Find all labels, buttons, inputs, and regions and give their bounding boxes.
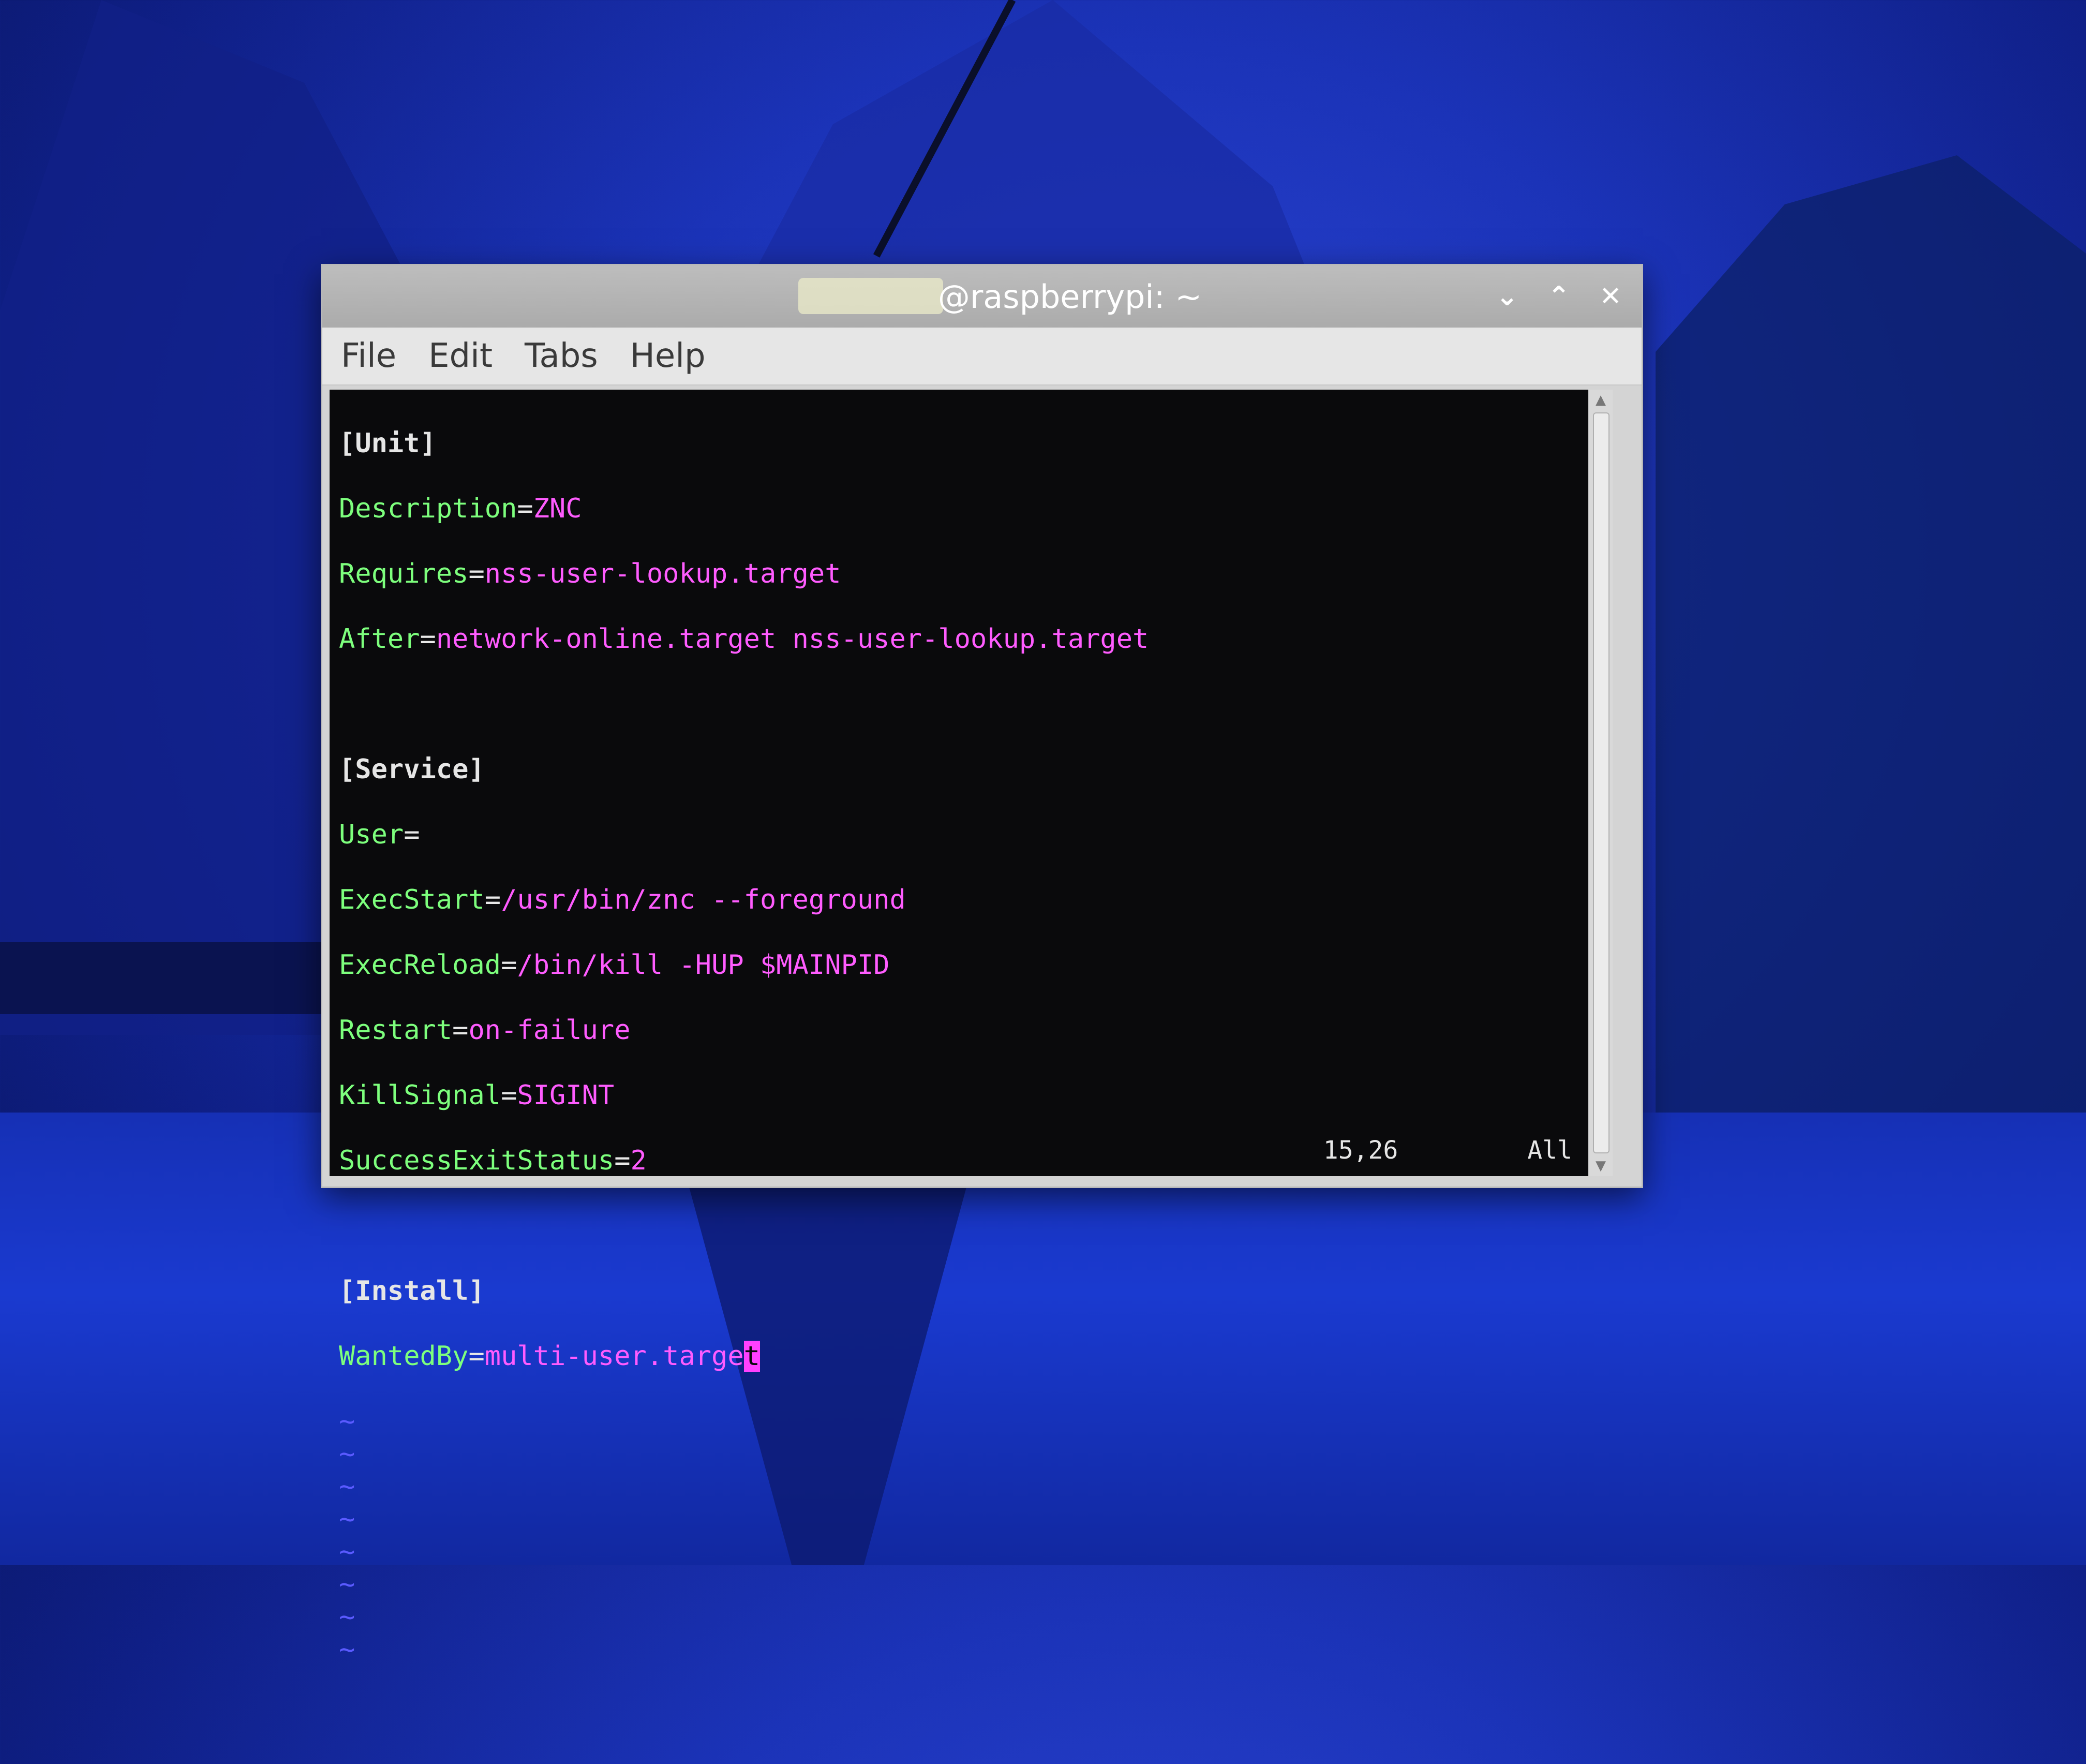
background-raft <box>0 942 362 1014</box>
equals-sign: = <box>614 1145 631 1176</box>
scroll-thumb[interactable] <box>1593 412 1610 1153</box>
section-header: [Service] <box>339 754 485 785</box>
config-key: User <box>339 819 404 850</box>
equals-sign: = <box>501 1080 517 1111</box>
scroll-down-arrow-icon[interactable]: ▼ <box>1589 1155 1613 1176</box>
config-value: nss-user-lookup.target <box>484 558 841 589</box>
config-value: network-online.target nss-user-lookup.ta… <box>436 624 1149 655</box>
equals-sign: = <box>468 558 485 589</box>
maximize-icon[interactable]: ⌃ <box>1543 281 1574 312</box>
equals-sign: = <box>404 819 420 850</box>
terminal-area: [Unit] Description=ZNC Requires=nss-user… <box>330 390 1613 1665</box>
status-line: 15,26 All <box>1323 1134 1572 1167</box>
config-key: Restart <box>339 1015 453 1046</box>
config-key: After <box>339 624 420 655</box>
empty-line-tilde: ~ <box>339 1406 355 1437</box>
equals-sign: = <box>452 1015 469 1046</box>
menu-file[interactable]: File <box>341 337 396 375</box>
config-key: ExecReload <box>339 950 501 981</box>
config-key: SuccessExitStatus <box>339 1145 615 1176</box>
window-controls: ⌄ ⌃ ✕ <box>1492 265 1626 328</box>
cursor-position: 15,26 <box>1323 1136 1398 1165</box>
equals-sign: = <box>420 624 436 655</box>
config-key: ExecStart <box>339 884 485 915</box>
editor-line-wantedby: WantedBy=multi-user.target <box>339 1340 1578 1373</box>
scrollbar[interactable]: ▲ ▼ <box>1588 390 1613 1176</box>
empty-line-tilde: ~ <box>339 1569 355 1600</box>
empty-line-tilde: ~ <box>339 1536 355 1567</box>
empty-line-markers: ~ ~ ~ ~ ~ ~ ~ ~ <box>339 1405 1578 1666</box>
empty-line-tilde: ~ <box>339 1504 355 1535</box>
close-icon[interactable]: ✕ <box>1595 281 1626 312</box>
editor-line-killsignal: KillSignal=SIGINT <box>339 1079 1578 1112</box>
editor-line-requires: Requires=nss-user-lookup.target <box>339 558 1578 590</box>
config-value: multi-user.targe <box>484 1341 744 1372</box>
title-bar[interactable]: @raspberrypi: ~ ⌄ ⌃ ✕ <box>322 265 1642 328</box>
config-value: 2 <box>630 1145 647 1176</box>
terminal-text-area[interactable]: [Unit] Description=ZNC Requires=nss-user… <box>330 390 1588 1665</box>
config-value: SIGINT <box>517 1080 615 1111</box>
menu-bar: File Edit Tabs Help <box>322 328 1642 386</box>
background-trees-right <box>1656 155 2086 1138</box>
equals-sign: = <box>468 1341 485 1372</box>
equals-sign: = <box>517 493 533 524</box>
menu-edit[interactable]: Edit <box>428 337 493 375</box>
config-key: WantedBy <box>339 1341 469 1372</box>
empty-line-tilde: ~ <box>339 1634 355 1665</box>
section-header: [Unit] <box>339 428 436 459</box>
equals-sign: = <box>484 884 501 915</box>
editor-line-unit-header: [Unit] <box>339 427 1578 460</box>
window-title: @raspberrypi: ~ <box>937 277 1202 316</box>
config-value: ZNC <box>533 493 582 524</box>
config-key: KillSignal <box>339 1080 501 1111</box>
title-smudge <box>798 278 943 314</box>
scroll-up-arrow-icon[interactable]: ▲ <box>1589 390 1613 410</box>
editor-line-blank <box>339 688 1578 721</box>
empty-line-tilde: ~ <box>339 1439 355 1470</box>
config-key: Description <box>339 493 517 524</box>
editor-line-user: User= <box>339 819 1578 851</box>
config-value: /bin/kill -HUP $MAINPID <box>517 950 890 981</box>
editor-line-install-header: [Install] <box>339 1275 1578 1308</box>
section-header: [Install] <box>339 1276 485 1307</box>
equals-sign: = <box>501 950 517 981</box>
minimize-icon[interactable]: ⌄ <box>1492 281 1523 312</box>
editor-line-after: After=network-online.target nss-user-loo… <box>339 623 1578 656</box>
menu-help[interactable]: Help <box>630 337 706 375</box>
empty-line-tilde: ~ <box>339 1471 355 1502</box>
terminal-window: @raspberrypi: ~ ⌄ ⌃ ✕ File Edit Tabs Hel… <box>321 264 1643 1665</box>
menu-tabs[interactable]: Tabs <box>525 337 598 375</box>
config-key: Requires <box>339 558 469 589</box>
empty-line-tilde: ~ <box>339 1602 355 1633</box>
editor-line-service-header: [Service] <box>339 753 1578 786</box>
config-value: /usr/bin/znc --foreground <box>501 884 906 915</box>
editor-line-blank <box>339 1210 1578 1242</box>
editor-line-description: Description=ZNC <box>339 493 1578 525</box>
text-cursor: t <box>743 1341 760 1372</box>
config-value: on-failure <box>468 1015 631 1046</box>
editor-line-execreload: ExecReload=/bin/kill -HUP $MAINPID <box>339 949 1578 982</box>
editor-line-execstart: ExecStart=/usr/bin/znc --foreground <box>339 884 1578 916</box>
editor-line-restart: Restart=on-failure <box>339 1014 1578 1047</box>
scroll-indicator: All <box>1527 1136 1572 1165</box>
